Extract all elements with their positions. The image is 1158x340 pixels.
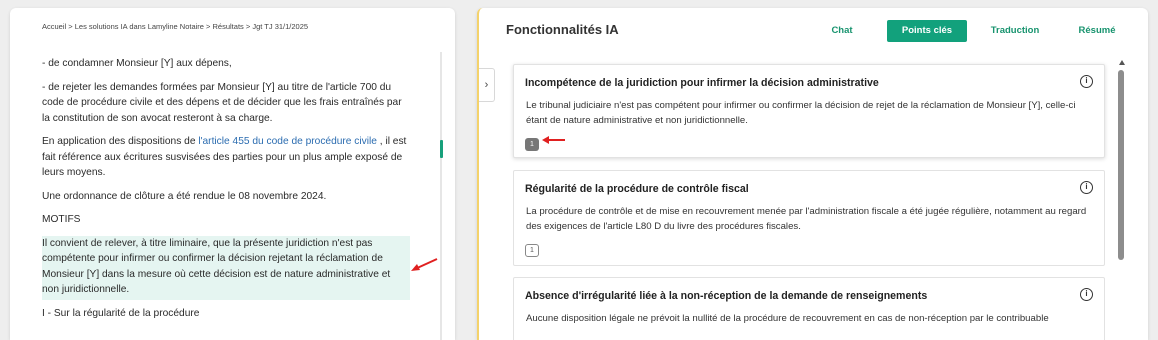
doc-paragraph: I - Sur la régularité de la procédure [42,307,200,319]
card-body: Le tribunal judiciaire n'est pas compéte… [526,100,1076,126]
article-link[interactable]: l'article 455 du code de procédure civil… [198,136,377,147]
source-reference-badge[interactable]: 1 [525,244,539,257]
card-body: Aucune disposition légale ne prévoit la … [526,313,1049,324]
panel-scroll-thumb[interactable] [1118,70,1124,260]
key-point-card[interactable]: Régularité de la procédure de contrôle f… [513,170,1105,266]
ai-features-panel: Fonctionnalités IA Chat Points clés Trad… [477,8,1148,340]
scroll-up-arrow-icon[interactable] [1119,60,1125,65]
key-point-card[interactable]: Absence d'irrégularité liée à la non-réc… [513,277,1105,340]
card-title: Incompétence de la juridiction pour infi… [525,77,879,89]
info-icon[interactable]: i [1080,181,1093,194]
source-reference-badge[interactable]: 1 [525,138,539,151]
doc-paragraph: - de condamner Monsieur [Y] aux dépens, [42,58,232,69]
doc-text: En application des dispositions de [42,136,199,147]
collapse-panel-button[interactable]: › [479,68,495,102]
tab-translation[interactable]: Traduction [981,20,1049,42]
info-icon[interactable]: i [1080,75,1093,88]
key-point-card[interactable]: Incompétence de la juridiction pour infi… [513,64,1105,158]
document-panel: Accueil > Les solutions IA dans Lamyline… [10,8,455,340]
doc-paragraph: - de rejeter les demandes formées par Mo… [42,81,402,124]
card-title: Absence d'irrégularité liée à la non-réc… [525,290,928,302]
document-scroll-thumb[interactable] [440,140,443,158]
tab-key-points[interactable]: Points clés [887,20,967,42]
card-title: Régularité de la procédure de contrôle f… [525,183,749,195]
panel-title: Fonctionnalités IA [506,22,619,37]
doc-paragraph: En application des dispositions de l'art… [42,134,410,181]
info-icon[interactable]: i [1080,288,1093,301]
section-heading: MOTIFS [42,214,81,225]
highlighted-paragraph: Il convient de relever, à titre liminair… [42,235,410,300]
doc-paragraph: Une ordonnance de clôture a été rendue l… [42,190,327,202]
tab-chat[interactable]: Chat [822,20,862,42]
document-text: - de condamner Monsieur [Y] aux dépens, … [42,56,410,329]
chevron-right-icon: › [484,79,489,91]
red-arrow-annotation-icon [542,136,565,144]
card-body: La procédure de contrôle et de mise en r… [526,206,1087,232]
tab-summary[interactable]: Résumé [1067,20,1127,42]
document-scrollbar[interactable] [440,52,442,340]
breadcrumb[interactable]: Accueil > Les solutions IA dans Lamyline… [42,22,308,31]
red-arrow-annotation-icon [411,258,438,271]
